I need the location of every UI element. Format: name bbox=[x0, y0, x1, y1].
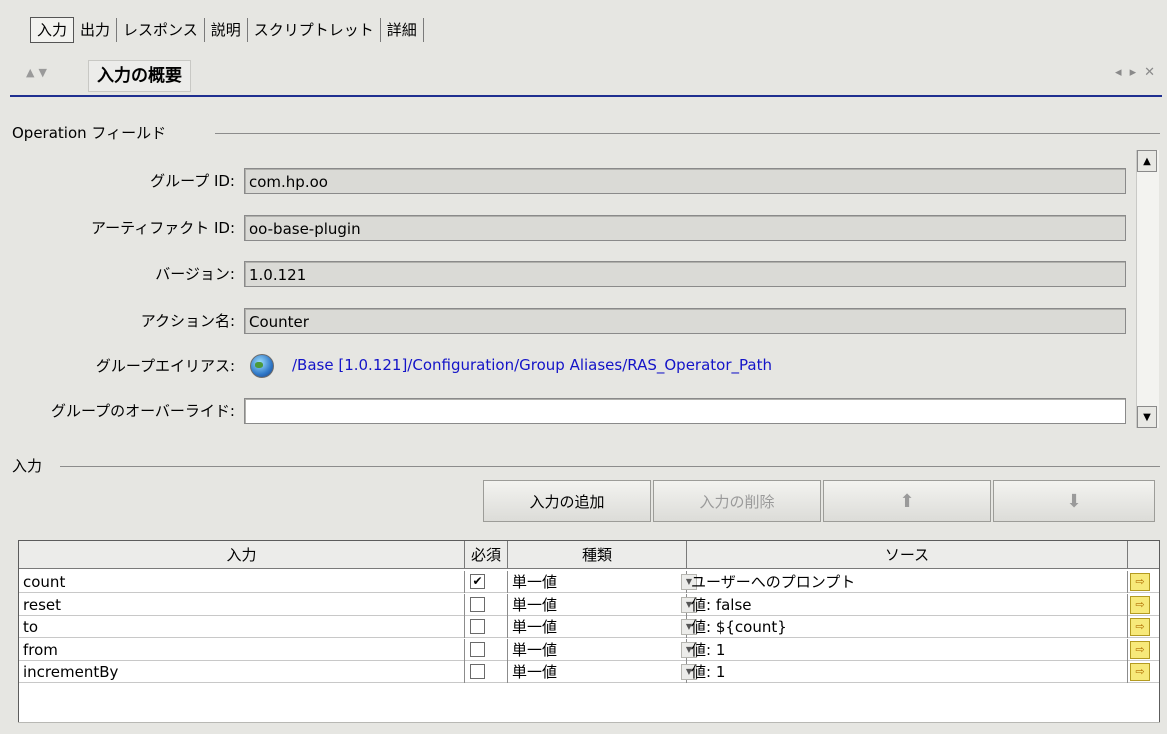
source-cell[interactable]: ユーザーへのプロンプト bbox=[687, 571, 1128, 593]
group-override-label: グループのオーバーライド: bbox=[50, 402, 235, 420]
tab-bar: 入力 出力 レスポンス 説明 スクリプトレット 詳細 bbox=[30, 17, 424, 43]
group-override-input[interactable] bbox=[244, 398, 1126, 424]
version-label: バージョン: bbox=[155, 265, 235, 283]
required-checkbox[interactable] bbox=[470, 664, 485, 679]
prev-icon[interactable]: ◂ bbox=[1115, 65, 1130, 80]
column-header-source[interactable]: ソース bbox=[687, 541, 1128, 569]
section-header: ▲▼ 入力の概要 ◂▸✕ bbox=[18, 60, 1163, 92]
column-header-type[interactable]: 種類 bbox=[508, 541, 687, 569]
section-title: 入力の概要 bbox=[88, 60, 191, 92]
scroll-up-icon[interactable]: ▲ bbox=[1137, 150, 1157, 172]
artifact-id-label: アーティファクト ID: bbox=[91, 219, 235, 237]
nav-controls: ◂▸✕ bbox=[1115, 65, 1163, 80]
input-name-cell[interactable]: count bbox=[19, 571, 465, 593]
input-name-cell[interactable]: to bbox=[19, 616, 465, 638]
table-row[interactable]: incrementBy 単一値 ▼ 値: 1 ⇨ bbox=[19, 661, 1159, 683]
inputs-toolbar: 入力の追加 入力の削除 ⬆ ⬇ bbox=[483, 480, 1157, 522]
source-cell[interactable]: 値: 1 bbox=[687, 638, 1128, 661]
add-input-button[interactable]: 入力の追加 bbox=[483, 480, 651, 522]
required-checkbox[interactable] bbox=[470, 619, 485, 634]
globe-icon bbox=[250, 353, 274, 378]
remove-input-button[interactable]: 入力の削除 bbox=[653, 480, 821, 522]
operation-group-title: Operation フィールド bbox=[12, 124, 167, 142]
type-select[interactable]: 単一値 bbox=[508, 571, 687, 593]
action-name-label: アクション名: bbox=[140, 312, 235, 330]
action-name-field: Counter bbox=[244, 308, 1126, 334]
tab-details[interactable]: 詳細 bbox=[381, 18, 424, 42]
tab-output[interactable]: 出力 bbox=[74, 18, 118, 42]
type-select[interactable]: 単一値 bbox=[508, 593, 687, 616]
inputs-group-title: 入力 bbox=[12, 457, 43, 475]
type-select[interactable]: 単一値 bbox=[508, 661, 687, 683]
source-cell[interactable]: 値: 1 bbox=[687, 661, 1128, 683]
tab-response[interactable]: レスポンス bbox=[117, 18, 205, 42]
table-row[interactable]: to 単一値 ▼ 値: ${count} ⇨ bbox=[19, 616, 1159, 638]
close-icon[interactable]: ✕ bbox=[1144, 65, 1163, 80]
next-icon[interactable]: ▸ bbox=[1130, 65, 1145, 80]
table-row[interactable]: from 単一値 ▼ 値: 1 ⇨ bbox=[19, 638, 1159, 661]
version-field: 1.0.121 bbox=[244, 261, 1126, 287]
operation-group-line bbox=[215, 133, 1160, 134]
input-name-cell[interactable]: reset bbox=[19, 593, 465, 616]
tab-input[interactable]: 入力 bbox=[30, 17, 75, 43]
group-id-field: com.hp.oo bbox=[244, 168, 1126, 194]
vertical-scrollbar[interactable] bbox=[1136, 150, 1159, 428]
header-divider bbox=[10, 95, 1162, 97]
group-id-label: グループ ID: bbox=[150, 172, 235, 190]
inputs-table: 入力 必須 種類 ソース count ✔ 単一値 ▼ ユーザーへのプロンプト ⇨ reset… bbox=[18, 540, 1160, 733]
move-down-button[interactable]: ⬇ bbox=[993, 480, 1155, 522]
table-row[interactable]: count ✔ 単一値 ▼ ユーザーへのプロンプト ⇨ bbox=[19, 571, 1159, 593]
required-checkbox[interactable] bbox=[470, 641, 485, 657]
source-select-icon[interactable]: ⇨ bbox=[1130, 618, 1150, 636]
column-header-required[interactable]: 必須 bbox=[465, 541, 508, 569]
tab-scriptlet[interactable]: スクリプトレット bbox=[248, 18, 381, 42]
source-select-icon[interactable]: ⇨ bbox=[1130, 640, 1150, 659]
artifact-id-field: oo-base-plugin bbox=[244, 215, 1126, 241]
input-name-cell[interactable]: incrementBy bbox=[19, 661, 465, 683]
collapse-arrows-icon[interactable]: ▲▼ bbox=[26, 66, 51, 79]
source-select-icon[interactable]: ⇨ bbox=[1130, 573, 1150, 591]
required-checkbox[interactable] bbox=[470, 596, 485, 612]
table-bottom bbox=[18, 722, 1160, 734]
move-up-icon: ⬆ bbox=[899, 491, 915, 512]
group-alias-value[interactable]: /Base [1.0.121]/Configuration/Group Alia… bbox=[292, 356, 772, 374]
column-header-blank bbox=[1128, 541, 1159, 569]
inputs-group-line bbox=[60, 466, 1160, 467]
tab-description[interactable]: 説明 bbox=[205, 18, 248, 42]
required-checkbox[interactable]: ✔ bbox=[470, 574, 485, 589]
group-alias-label: グループエイリアス: bbox=[95, 357, 235, 375]
source-select-icon[interactable]: ⇨ bbox=[1130, 595, 1150, 614]
input-name-cell[interactable]: from bbox=[19, 638, 465, 661]
source-cell[interactable]: 値: ${count} bbox=[687, 616, 1128, 638]
move-down-icon: ⬇ bbox=[1066, 491, 1082, 512]
source-cell[interactable]: 値: false bbox=[687, 593, 1128, 616]
type-select[interactable]: 単一値 bbox=[508, 638, 687, 661]
type-select[interactable]: 単一値 bbox=[508, 616, 687, 638]
scroll-down-icon[interactable]: ▼ bbox=[1137, 406, 1157, 428]
move-up-button[interactable]: ⬆ bbox=[823, 480, 991, 522]
source-select-icon[interactable]: ⇨ bbox=[1130, 663, 1150, 681]
group-alias-link[interactable]: /Base [1.0.121]/Configuration/Group Alia… bbox=[250, 352, 772, 378]
table-row[interactable]: reset 単一値 ▼ 値: false ⇨ bbox=[19, 593, 1159, 616]
column-header-input[interactable]: 入力 bbox=[19, 541, 465, 569]
